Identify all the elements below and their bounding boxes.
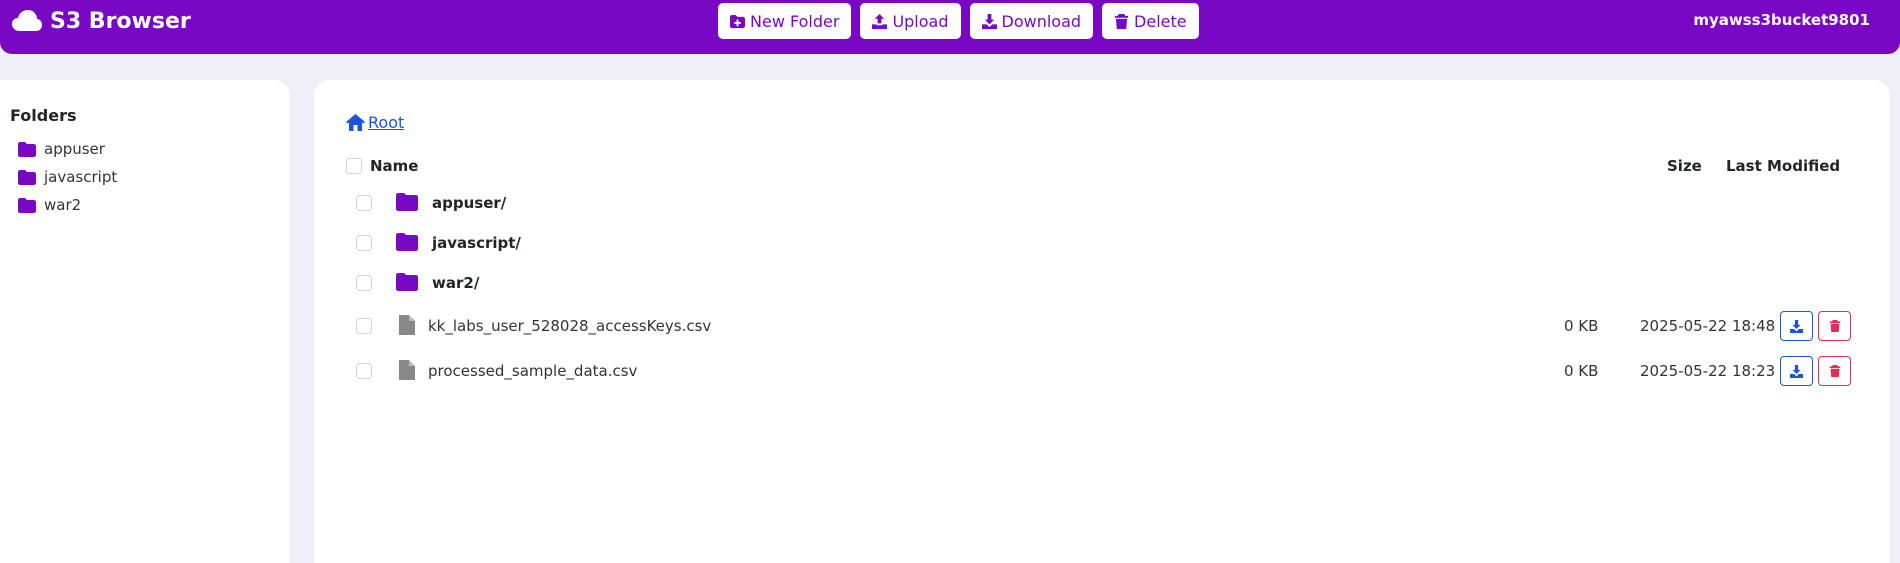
file-size: 0 KB <box>1564 362 1599 380</box>
upload-label: Upload <box>892 11 949 31</box>
row-delete-button[interactable] <box>1818 311 1851 341</box>
sidebar-item-label: javascript <box>44 168 118 186</box>
folder-icon <box>396 193 418 211</box>
folder-icon <box>18 141 36 157</box>
sidebar-item-appuser[interactable]: appuser <box>10 135 280 163</box>
download-icon <box>1790 364 1803 378</box>
download-label: Download <box>1001 11 1082 31</box>
app-brand[interactable]: S3 Browser <box>12 7 191 35</box>
folder-name[interactable]: war2/ <box>432 274 479 292</box>
row-delete-button[interactable] <box>1818 356 1851 386</box>
folder-name[interactable]: appuser/ <box>432 194 506 212</box>
toolbar: New Folder Upload Download Delete <box>718 3 1199 39</box>
folder-plus-icon <box>730 14 745 28</box>
download-icon <box>1790 319 1803 333</box>
home-icon <box>346 114 365 131</box>
table-row[interactable]: appuser/ <box>346 186 1866 220</box>
table-header: Name Size Last Modified <box>346 154 1866 180</box>
file-icon <box>399 360 415 380</box>
app-title: S3 Browser <box>50 8 191 34</box>
upload-icon <box>872 13 888 29</box>
sidebar-item-war2[interactable]: war2 <box>10 191 280 219</box>
file-modified: 2025-05-22 18:23 <box>1640 362 1776 380</box>
file-icon <box>399 315 415 335</box>
row-checkbox[interactable] <box>356 235 372 251</box>
folder-icon <box>18 197 36 213</box>
row-checkbox[interactable] <box>356 318 372 334</box>
folder-icon <box>396 273 418 291</box>
cloud-icon <box>12 10 42 31</box>
file-name: processed_sample_data.csv <box>428 362 638 380</box>
row-checkbox[interactable] <box>356 275 372 291</box>
row-checkbox[interactable] <box>356 363 372 379</box>
table-row[interactable]: javascript/ <box>346 226 1866 260</box>
upload-button[interactable]: Upload <box>860 3 961 39</box>
sidebar-item-label: war2 <box>44 196 82 214</box>
row-download-button[interactable] <box>1780 311 1813 341</box>
bucket-name: myawss3bucket9801 <box>1693 11 1870 29</box>
folder-sidebar: Folders appuser javascript war2 <box>0 80 290 563</box>
breadcrumb-label: Root <box>368 113 405 132</box>
download-button[interactable]: Download <box>969 3 1094 39</box>
row-checkbox[interactable] <box>356 195 372 211</box>
app-header: S3 Browser New Folder Upload Download De… <box>0 0 1900 54</box>
column-header-modified[interactable]: Last Modified <box>1726 157 1840 175</box>
download-icon <box>981 13 997 29</box>
delete-label: Delete <box>1134 11 1187 31</box>
table-row[interactable]: processed_sample_data.csv 0 KB 2025-05-2… <box>346 354 1866 388</box>
trash-icon <box>1829 365 1840 377</box>
table-row[interactable]: kk_labs_user_528028_accessKeys.csv 0 KB … <box>346 309 1866 343</box>
column-header-name[interactable]: Name <box>370 157 418 175</box>
table-row[interactable]: war2/ <box>346 266 1866 300</box>
new-folder-button[interactable]: New Folder <box>718 3 852 39</box>
new-folder-label: New Folder <box>750 11 840 31</box>
trash-icon <box>1829 320 1840 332</box>
trash-icon <box>1114 13 1129 29</box>
folder-icon <box>396 233 418 251</box>
folder-name[interactable]: javascript/ <box>432 234 521 252</box>
file-size: 0 KB <box>1564 317 1599 335</box>
select-all-checkbox[interactable] <box>346 158 362 174</box>
sidebar-item-label: appuser <box>44 140 105 158</box>
sidebar-heading: Folders <box>10 106 77 125</box>
row-download-button[interactable] <box>1780 356 1813 386</box>
delete-button[interactable]: Delete <box>1102 3 1199 39</box>
file-browser-panel: Root Name Size Last Modified appuser/ ja… <box>314 80 1890 563</box>
file-name: kk_labs_user_528028_accessKeys.csv <box>428 317 712 335</box>
sidebar-item-javascript[interactable]: javascript <box>10 163 280 191</box>
file-modified: 2025-05-22 18:48 <box>1640 317 1776 335</box>
folder-icon <box>18 169 36 185</box>
column-header-size[interactable]: Size <box>1667 157 1702 175</box>
breadcrumb-root[interactable]: Root <box>346 113 404 132</box>
